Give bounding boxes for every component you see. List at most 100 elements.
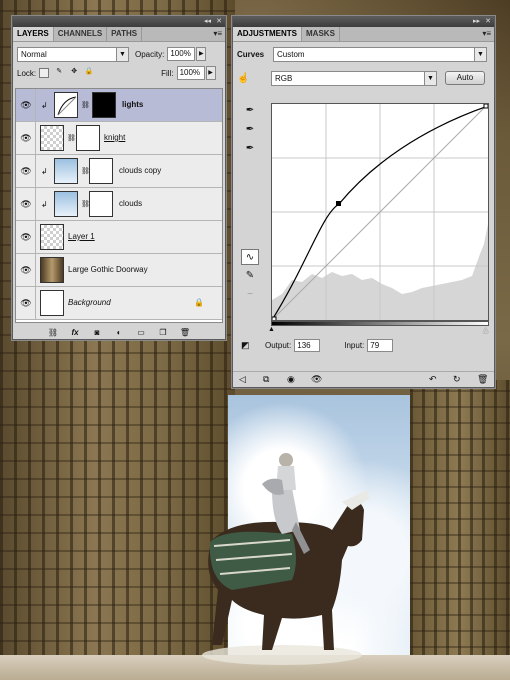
visibility-column: 👁 <box>16 254 36 286</box>
input-field[interactable]: 79 <box>367 338 394 352</box>
eye-icon[interactable]: 👁 <box>19 164 33 178</box>
adjustments-tab-bar: ADJUSTMENTS MASKS ▾≡ <box>233 27 494 42</box>
fill-input[interactable]: 100% <box>176 66 205 80</box>
move-lock-icon[interactable]: ✥ <box>69 68 79 78</box>
smooth-curve-icon[interactable]: ~ <box>241 287 259 303</box>
layer-name: clouds copy <box>119 166 162 175</box>
layer-mask-thumbnail[interactable] <box>89 191 113 217</box>
back-arrow-icon[interactable]: ◁ <box>239 374 246 385</box>
layer-thumbnail[interactable] <box>40 290 64 316</box>
output-field[interactable]: 136 <box>294 338 321 352</box>
layer-row-background[interactable]: 👁 Background 🔒 <box>16 287 222 320</box>
close-icon[interactable]: ✕ <box>485 17 491 27</box>
eye-icon[interactable]: 👁 <box>19 296 33 310</box>
adjustment-layer-icon[interactable]: ◐ <box>112 328 126 337</box>
lock-transparency-icon[interactable] <box>39 68 50 78</box>
visibility-column: 👁 <box>16 221 36 253</box>
brush-lock-icon[interactable]: ✎ <box>54 68 64 78</box>
folder-icon[interactable]: ▭ <box>134 328 148 337</box>
layer-thumbnail[interactable] <box>54 191 78 217</box>
layer-row-lights[interactable]: 👁 ↲ ⛓ lights <box>16 89 222 122</box>
lock-all-icon[interactable]: 🔒 <box>84 68 94 78</box>
mask-icon[interactable]: ◙ <box>90 328 104 337</box>
curves-graph[interactable] <box>271 103 489 321</box>
eye-icon[interactable]: 👁 <box>19 98 33 112</box>
channel-select[interactable]: RGB ▼ <box>271 70 437 86</box>
tab-masks[interactable]: MASKS <box>302 27 340 41</box>
layer-name: Layer 1 <box>68 232 95 241</box>
trash-icon[interactable]: 🗑 <box>178 328 192 337</box>
tab-channels[interactable]: CHANNELS <box>54 27 108 41</box>
opacity-slider-arrow[interactable]: ▶ <box>196 47 207 61</box>
curve-control-point[interactable] <box>336 201 341 206</box>
previous-state-icon[interactable]: ↶ <box>429 374 437 385</box>
clip-to-layer-icon[interactable]: ⧉ <box>263 374 269 385</box>
link-icon[interactable]: ⛓ <box>67 134 76 142</box>
input-label: Input: <box>344 340 365 350</box>
layer-row-large-gothic-doorway[interactable]: 👁 Large Gothic Doorway <box>16 254 222 287</box>
opacity-input[interactable]: 100% <box>167 47 196 61</box>
reset-icon[interactable]: ↻ <box>453 374 461 385</box>
close-icon[interactable]: ✕ <box>216 17 222 27</box>
curves-graph-canvas[interactable] <box>272 104 488 320</box>
trash-icon[interactable]: 🗑 <box>477 374 488 385</box>
blend-mode-select[interactable]: Normal ▼ <box>17 46 129 62</box>
layer-mask-thumbnail[interactable] <box>92 92 116 118</box>
layer-mask-thumbnail[interactable] <box>89 158 113 184</box>
collapse-icon[interactable]: ▸▸ <box>473 17 480 27</box>
fill-slider-arrow[interactable]: ▶ <box>205 66 216 80</box>
channel-value: RGB <box>275 73 293 83</box>
layer-row-clouds[interactable]: 👁 ↲ ⛓ clouds <box>16 188 222 221</box>
auto-button[interactable]: Auto <box>445 71 485 85</box>
layer-row-layer-1[interactable]: 👁 Layer 1 <box>16 221 222 254</box>
fx-icon[interactable]: fx <box>68 328 82 337</box>
collapse-icon[interactable]: ◂◂ <box>204 17 211 27</box>
opacity-label: Opacity: <box>135 49 165 59</box>
layer-thumbnail[interactable] <box>40 125 64 151</box>
panel-menu-icon[interactable]: ▾≡ <box>213 29 222 38</box>
new-layer-icon[interactable]: ❐ <box>156 328 170 337</box>
pencil-draw-icon[interactable]: ✎ <box>241 268 259 284</box>
targeted-adjustment-icon[interactable]: ☝ <box>237 73 271 84</box>
layers-footer-toolbar: ⛓ fx ◙ ◐ ▭ ❐ 🗑 <box>13 325 225 339</box>
tab-paths[interactable]: PATHS <box>107 27 143 41</box>
eye-icon[interactable]: 👁 <box>311 374 322 385</box>
chevron-down-icon: ▼ <box>116 47 128 61</box>
black-point-slider[interactable]: ▲ <box>268 326 275 333</box>
curves-tool-column: ✒ ✒ ✒ ∿ ✎ ~ <box>241 103 261 306</box>
preset-select[interactable]: Custom ▼ <box>273 46 487 62</box>
white-point-slider[interactable]: △ <box>483 326 488 334</box>
link-icon[interactable]: ⛓ <box>46 328 60 337</box>
channel-row: ☝ RGB ▼ Auto <box>233 68 494 88</box>
panel-title-bar[interactable]: ◂◂ ✕ <box>13 17 225 27</box>
layer-row-clouds-copy[interactable]: 👁 ↲ ⛓ clouds copy <box>16 155 222 188</box>
lock-icon: 🔒 <box>194 298 204 307</box>
visibility-column: 👁 <box>16 89 36 121</box>
layer-mask-thumbnail[interactable] <box>76 125 100 151</box>
layer-name: Background <box>68 298 111 307</box>
gray-eyedropper-icon[interactable]: ✒ <box>241 122 259 138</box>
curve-endpoint-black[interactable] <box>272 316 277 320</box>
curve-endpoint-white[interactable] <box>483 104 488 109</box>
clipping-arrow-icon: ↲ <box>41 167 48 176</box>
eye-icon[interactable]: 👁 <box>19 197 33 211</box>
eye-icon[interactable]: 👁 <box>19 230 33 244</box>
curves-adjustment-thumbnail[interactable] <box>54 92 78 118</box>
layer-thumbnail[interactable] <box>40 257 64 283</box>
layer-thumbnail[interactable] <box>40 224 64 250</box>
curve-point-mode-icon[interactable]: ∿ <box>241 249 259 265</box>
fill-label: Fill: <box>161 68 174 78</box>
tab-layers[interactable]: LAYERS <box>13 27 54 41</box>
white-eyedropper-icon[interactable]: ✒ <box>241 141 259 157</box>
link-icon[interactable]: ⛓ <box>81 101 90 109</box>
eye-icon[interactable]: 👁 <box>19 263 33 277</box>
clipping-display-icon[interactable]: ◩ <box>241 340 259 351</box>
panel-title-bar[interactable]: ▸▸ ✕ <box>233 17 494 27</box>
panel-menu-icon[interactable]: ▾≡ <box>482 29 491 38</box>
tab-adjustments[interactable]: ADJUSTMENTS <box>233 27 303 41</box>
eye-icon[interactable]: 👁 <box>19 131 33 145</box>
layer-row-knight[interactable]: 👁 ⛓ knight <box>16 122 222 155</box>
eye-toggle-icon[interactable]: ◉ <box>287 374 295 385</box>
layer-thumbnail[interactable] <box>54 158 78 184</box>
black-eyedropper-icon[interactable]: ✒ <box>241 103 259 119</box>
